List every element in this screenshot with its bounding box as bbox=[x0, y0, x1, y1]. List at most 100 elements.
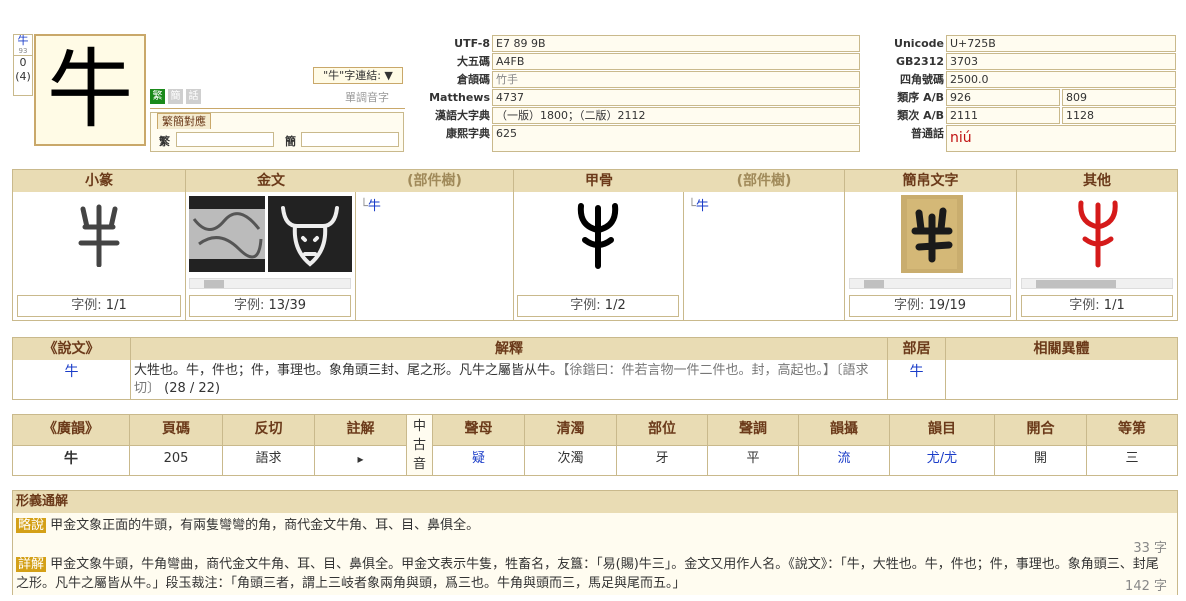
detail-tag: 詳解 bbox=[16, 557, 47, 572]
shuowen-radical[interactable]: 牛 bbox=[888, 361, 945, 381]
explanation-header: 解釋 bbox=[131, 338, 888, 360]
xiaozhuan-glyph[interactable] bbox=[69, 197, 129, 273]
shuowen-header[interactable]: 《說文》 bbox=[13, 338, 131, 360]
header-tree-1[interactable]: (部件樹) bbox=[356, 170, 514, 192]
code-label: GB2312 bbox=[895, 55, 944, 68]
header-tree-2[interactable]: (部件樹) bbox=[684, 170, 845, 192]
gy-tone: 平 bbox=[708, 445, 799, 475]
code-value: 3703 bbox=[946, 53, 1176, 70]
jinwen-rubbing-1[interactable] bbox=[189, 196, 265, 272]
divider-line bbox=[150, 108, 405, 109]
code-value-2: 809 bbox=[1062, 89, 1176, 106]
detail-count: 142 字 bbox=[1125, 579, 1167, 594]
main-char-box: 牛 bbox=[34, 34, 146, 146]
gy-char: 牛 bbox=[13, 445, 130, 475]
xiaozhuan-count[interactable]: 字例: 1/1 bbox=[17, 295, 181, 317]
brief-count: 33 字 bbox=[1133, 541, 1167, 556]
jiagu-count[interactable]: 字例: 1/2 bbox=[517, 295, 679, 317]
gy-openness: 開 bbox=[995, 445, 1087, 475]
mini-char-panel: 牛 93 0 (4) bbox=[13, 34, 33, 96]
guangyun-header[interactable]: 《廣韻》 bbox=[13, 415, 130, 445]
other-glyph[interactable] bbox=[1065, 195, 1131, 273]
code-value: 竹手 bbox=[492, 71, 860, 88]
radical-header: 部居 bbox=[888, 338, 946, 360]
tree-node-1[interactable]: └牛 bbox=[360, 195, 381, 214]
trad-field[interactable] bbox=[176, 132, 274, 147]
code-value: 926 bbox=[946, 89, 1060, 106]
gy-rhyme-group[interactable]: 流 bbox=[799, 445, 890, 475]
middle-chinese-label: 中古音 bbox=[407, 415, 433, 475]
rhyme-header: 韻目 bbox=[890, 415, 995, 445]
gy-initial[interactable]: 疑 bbox=[433, 445, 525, 475]
jianbo-scrollbar[interactable] bbox=[849, 278, 1011, 289]
code-value: 2111 bbox=[946, 107, 1060, 124]
jianbo-glyph[interactable] bbox=[901, 195, 963, 273]
guangyun-section: 《廣韻》 頁碼 反切 註解 中古音 聲母 清濁 部位 聲調 韻攝 韻目 開合 等… bbox=[12, 414, 1178, 476]
code-value: A4FB bbox=[492, 53, 860, 70]
code-value: 2500.0 bbox=[946, 71, 1176, 88]
jianbo-count[interactable]: 字例: 19/19 bbox=[849, 295, 1011, 317]
page-header: 頁碼 bbox=[130, 415, 223, 445]
jinwen-count[interactable]: 字例: 13/39 bbox=[189, 295, 351, 317]
code-value: U+725B bbox=[946, 35, 1176, 52]
brief-text: 甲金文象正面的牛頭，有兩隻彎彎的角，商代金文牛角、耳、目、鼻俱全。 bbox=[50, 518, 480, 533]
trad-label: 繁 bbox=[159, 135, 170, 148]
stroke-zero: 0 bbox=[14, 55, 32, 70]
divider bbox=[185, 192, 186, 320]
gy-fanqie: 語求 bbox=[223, 445, 315, 475]
other-scrollbar[interactable] bbox=[1021, 278, 1173, 289]
code-label: Matthews bbox=[429, 91, 490, 104]
mini-char[interactable]: 牛 bbox=[14, 35, 32, 47]
single-font-link[interactable]: 單調音字 bbox=[345, 89, 389, 105]
trad-simp-panel: 繁簡對應 繁 簡 bbox=[150, 112, 404, 152]
code-value: （一版）1800；（二版）2112 bbox=[492, 107, 860, 124]
divider bbox=[1016, 192, 1017, 320]
initial-header: 聲母 bbox=[433, 415, 525, 445]
header-jinwen: 金文 bbox=[186, 170, 356, 192]
trad-button[interactable]: 繁 bbox=[150, 89, 165, 104]
jinwen-scrollbar[interactable] bbox=[189, 278, 351, 289]
jinwen-rubbing-2[interactable] bbox=[268, 196, 352, 272]
shuowen-section: 《說文》 解釋 部居 相關異體 牛 大牲也。牛，件也；件，事理也。象角頭三封、尾… bbox=[12, 337, 1178, 400]
row-divider bbox=[433, 445, 1177, 446]
openness-header: 開合 bbox=[995, 415, 1087, 445]
variants-header: 相關異體 bbox=[946, 338, 1177, 360]
simp-button[interactable]: 簡 bbox=[168, 89, 183, 104]
voicing-header: 清濁 bbox=[525, 415, 617, 445]
gy-place: 牙 bbox=[617, 445, 708, 475]
char-link-select[interactable]: "牛"字連結: ▼ bbox=[313, 67, 403, 84]
mini-char-number: 93 bbox=[18, 47, 28, 55]
gy-page: 205 bbox=[130, 445, 223, 475]
stroke-total: (4) bbox=[15, 70, 31, 83]
gy-rhyme[interactable]: 尤/尤 bbox=[890, 445, 995, 475]
code-value: E7 89 9B bbox=[492, 35, 860, 52]
rhyme-group-header: 韻攝 bbox=[799, 415, 890, 445]
xingyi-section: 形義通解 略說 甲金文象正面的牛頭，有兩隻彎彎的角，商代金文牛角、耳、目、鼻俱全… bbox=[12, 490, 1178, 595]
code-label: 倉頡碼 bbox=[457, 73, 490, 86]
other-count[interactable]: 字例: 1/1 bbox=[1021, 295, 1173, 317]
simp-field[interactable] bbox=[301, 132, 399, 147]
divider bbox=[355, 192, 356, 320]
code-label: 康熙字典 bbox=[446, 127, 490, 140]
main-char: 牛 bbox=[47, 40, 133, 140]
divider bbox=[683, 192, 684, 320]
simp-label: 簡 bbox=[285, 135, 296, 148]
gy-note-toggle[interactable]: ▸ bbox=[315, 445, 407, 475]
header-jiagu: 甲骨 bbox=[514, 170, 684, 192]
grade-header: 等第 bbox=[1087, 415, 1177, 445]
gy-grade: 三 bbox=[1125, 451, 1139, 466]
tree-node-2[interactable]: └牛 bbox=[688, 195, 709, 214]
header-other: 其他 bbox=[1017, 170, 1177, 192]
code-label: 類序 A/B bbox=[897, 91, 944, 104]
tab-trad-simp[interactable]: 繁簡對應 bbox=[157, 113, 211, 129]
code-label: 漢語大字典 bbox=[435, 109, 490, 122]
divider bbox=[945, 360, 946, 399]
divider bbox=[130, 360, 131, 399]
code-label: 普通話 bbox=[911, 127, 944, 140]
jiagu-glyph[interactable] bbox=[557, 197, 639, 273]
fanqie-header: 反切 bbox=[223, 415, 315, 445]
shuowen-char[interactable]: 牛 bbox=[13, 361, 130, 381]
tone-header: 聲調 bbox=[708, 415, 799, 445]
pinyin-value[interactable]: niú bbox=[946, 125, 1176, 152]
other-button[interactable]: 話 bbox=[186, 89, 201, 104]
